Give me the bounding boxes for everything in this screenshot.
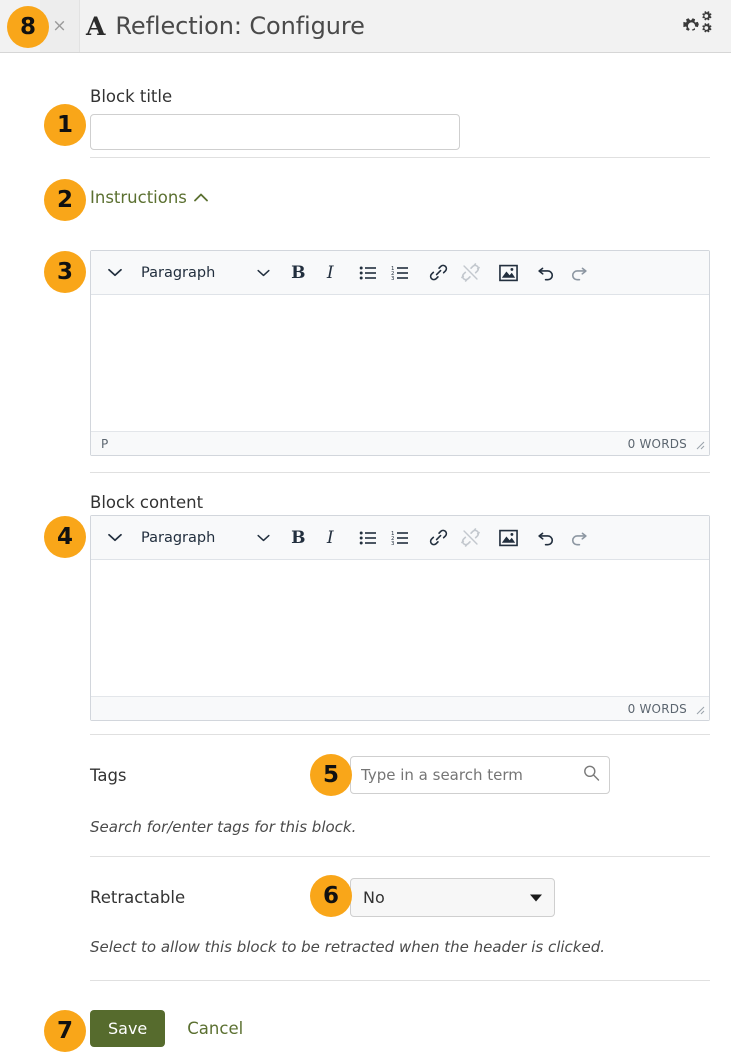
block-title-field[interactable] xyxy=(90,114,460,150)
block-title-group: Block title xyxy=(90,87,460,150)
callout-badge-6: 6 xyxy=(310,875,352,917)
bullet-list-icon[interactable] xyxy=(352,257,384,289)
toolbar-more-chevron-down-icon[interactable] xyxy=(99,522,131,554)
divider-3 xyxy=(90,734,710,735)
tags-search-wrap xyxy=(350,756,610,794)
form-actions: Save Cancel xyxy=(90,1010,243,1047)
chevron-down-icon xyxy=(257,269,270,277)
element-path: P xyxy=(101,437,108,451)
divider-4 xyxy=(90,856,710,857)
undo-icon[interactable] xyxy=(530,522,562,554)
link-icon[interactable] xyxy=(422,522,454,554)
tags-group: Tags xyxy=(90,756,710,794)
unlink-icon xyxy=(454,257,486,289)
italic-icon[interactable]: I xyxy=(314,522,346,554)
retractable-select[interactable]: No xyxy=(350,878,555,917)
block-content-editor-body[interactable] xyxy=(91,560,709,696)
bullet-list-icon[interactable] xyxy=(352,522,384,554)
save-button[interactable]: Save xyxy=(90,1010,165,1047)
block-content-label: Block content xyxy=(90,493,203,512)
image-icon[interactable] xyxy=(492,522,524,554)
callout-badge-5: 5 xyxy=(310,754,352,796)
tags-search-input[interactable] xyxy=(350,756,610,794)
format-select[interactable]: Paragraph xyxy=(131,522,276,554)
svg-text:3: 3 xyxy=(391,541,394,546)
retractable-group: Retractable No xyxy=(90,878,710,917)
instructions-label: Instructions xyxy=(90,188,187,207)
resize-handle-icon[interactable] xyxy=(693,703,705,715)
cancel-button[interactable]: Cancel xyxy=(187,1019,243,1038)
format-select[interactable]: Paragraph xyxy=(131,257,276,289)
word-count: 0 WORDS xyxy=(628,702,687,716)
callout-badge-2: 2 xyxy=(44,179,86,221)
italic-icon[interactable]: I xyxy=(314,257,346,289)
divider-2 xyxy=(90,472,710,473)
resize-handle-icon[interactable] xyxy=(693,438,705,450)
callout-badge-4: 4 xyxy=(44,516,86,558)
instructions-toggle[interactable]: Instructions xyxy=(90,188,208,207)
numbered-list-icon[interactable]: 123 xyxy=(384,522,416,554)
chevron-down-icon xyxy=(257,534,270,542)
undo-icon[interactable] xyxy=(530,257,562,289)
block-title-label: Block title xyxy=(90,87,460,106)
text-block-a-icon: A xyxy=(86,14,105,39)
numbered-list-icon[interactable]: 123 xyxy=(384,257,416,289)
redo-icon[interactable] xyxy=(562,522,594,554)
caret-down-icon xyxy=(530,894,542,901)
block-content-editor-toolbar: Paragraph B I 123 xyxy=(91,516,709,560)
link-icon[interactable] xyxy=(422,257,454,289)
divider-1 xyxy=(90,157,710,158)
svg-text:3: 3 xyxy=(391,276,394,281)
instructions-editor-status: P 0 WORDS xyxy=(91,431,709,455)
dialog-header: × A Reflection: Configure xyxy=(0,0,731,53)
callout-badge-3: 3 xyxy=(44,251,86,293)
redo-icon[interactable] xyxy=(562,257,594,289)
format-select-value: Paragraph xyxy=(141,265,215,281)
block-content-editor[interactable]: Paragraph B I 123 xyxy=(90,515,710,721)
callout-badge-1: 1 xyxy=(44,104,86,146)
dialog-title-group: A Reflection: Configure xyxy=(86,0,365,52)
image-icon[interactable] xyxy=(492,257,524,289)
settings-cogs-icon[interactable] xyxy=(679,8,719,44)
close-icon: × xyxy=(52,18,66,35)
instructions-editor-toolbar: Paragraph B I 123 xyxy=(91,251,709,295)
callout-badge-8: 8 xyxy=(7,6,49,48)
tags-help-text: Search for/enter tags for this block. xyxy=(90,818,356,836)
retractable-help-text: Select to allow this block to be retract… xyxy=(90,938,605,956)
bold-icon[interactable]: B xyxy=(282,522,314,554)
word-count: 0 WORDS xyxy=(628,437,687,451)
block-content-editor-status: 0 WORDS xyxy=(91,696,709,720)
format-select-value: Paragraph xyxy=(141,530,215,546)
chevron-up-icon xyxy=(194,193,208,202)
page-title: Reflection: Configure xyxy=(115,12,364,40)
unlink-icon xyxy=(454,522,486,554)
instructions-editor-body[interactable] xyxy=(91,295,709,431)
callout-badge-7: 7 xyxy=(44,1010,86,1052)
instructions-editor[interactable]: Paragraph B I 123 xyxy=(90,250,710,456)
toolbar-more-chevron-down-icon[interactable] xyxy=(99,257,131,289)
retractable-select-value: No xyxy=(363,888,385,907)
divider-5 xyxy=(90,980,710,981)
bold-icon[interactable]: B xyxy=(282,257,314,289)
